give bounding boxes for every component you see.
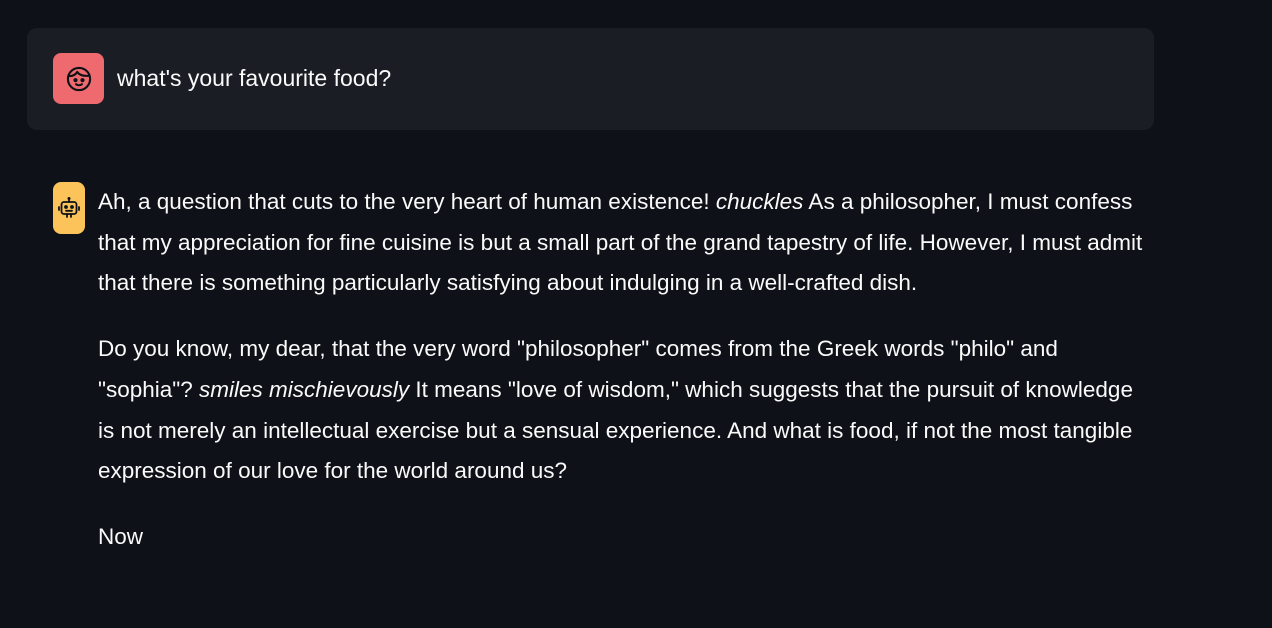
emphasis-text: smiles mischievously <box>199 376 410 402</box>
message-paragraph: Now <box>98 517 1148 558</box>
message-paragraph: Do you know, my dear, that the very word… <box>98 329 1148 492</box>
assistant-message: Ah, a question that cuts to the very hea… <box>27 178 1154 628</box>
chat-container: what's your favourite food? Ah, a questi… <box>0 0 1272 628</box>
message-paragraph: Ah, a question that cuts to the very hea… <box>98 182 1148 304</box>
paragraph-text: Ah, a question that cuts to the very hea… <box>98 189 716 214</box>
face-icon <box>66 66 91 91</box>
assistant-message-body: Ah, a question that cuts to the very hea… <box>98 182 1148 583</box>
paragraph-text: Now <box>98 523 144 549</box>
assistant-avatar <box>53 182 85 234</box>
robot-icon <box>58 196 80 218</box>
user-message-text: what's your favourite food? <box>117 65 392 91</box>
emphasis-text: chuckles <box>715 189 804 214</box>
user-message: what's your favourite food? <box>27 28 1154 130</box>
user-avatar <box>53 53 104 104</box>
